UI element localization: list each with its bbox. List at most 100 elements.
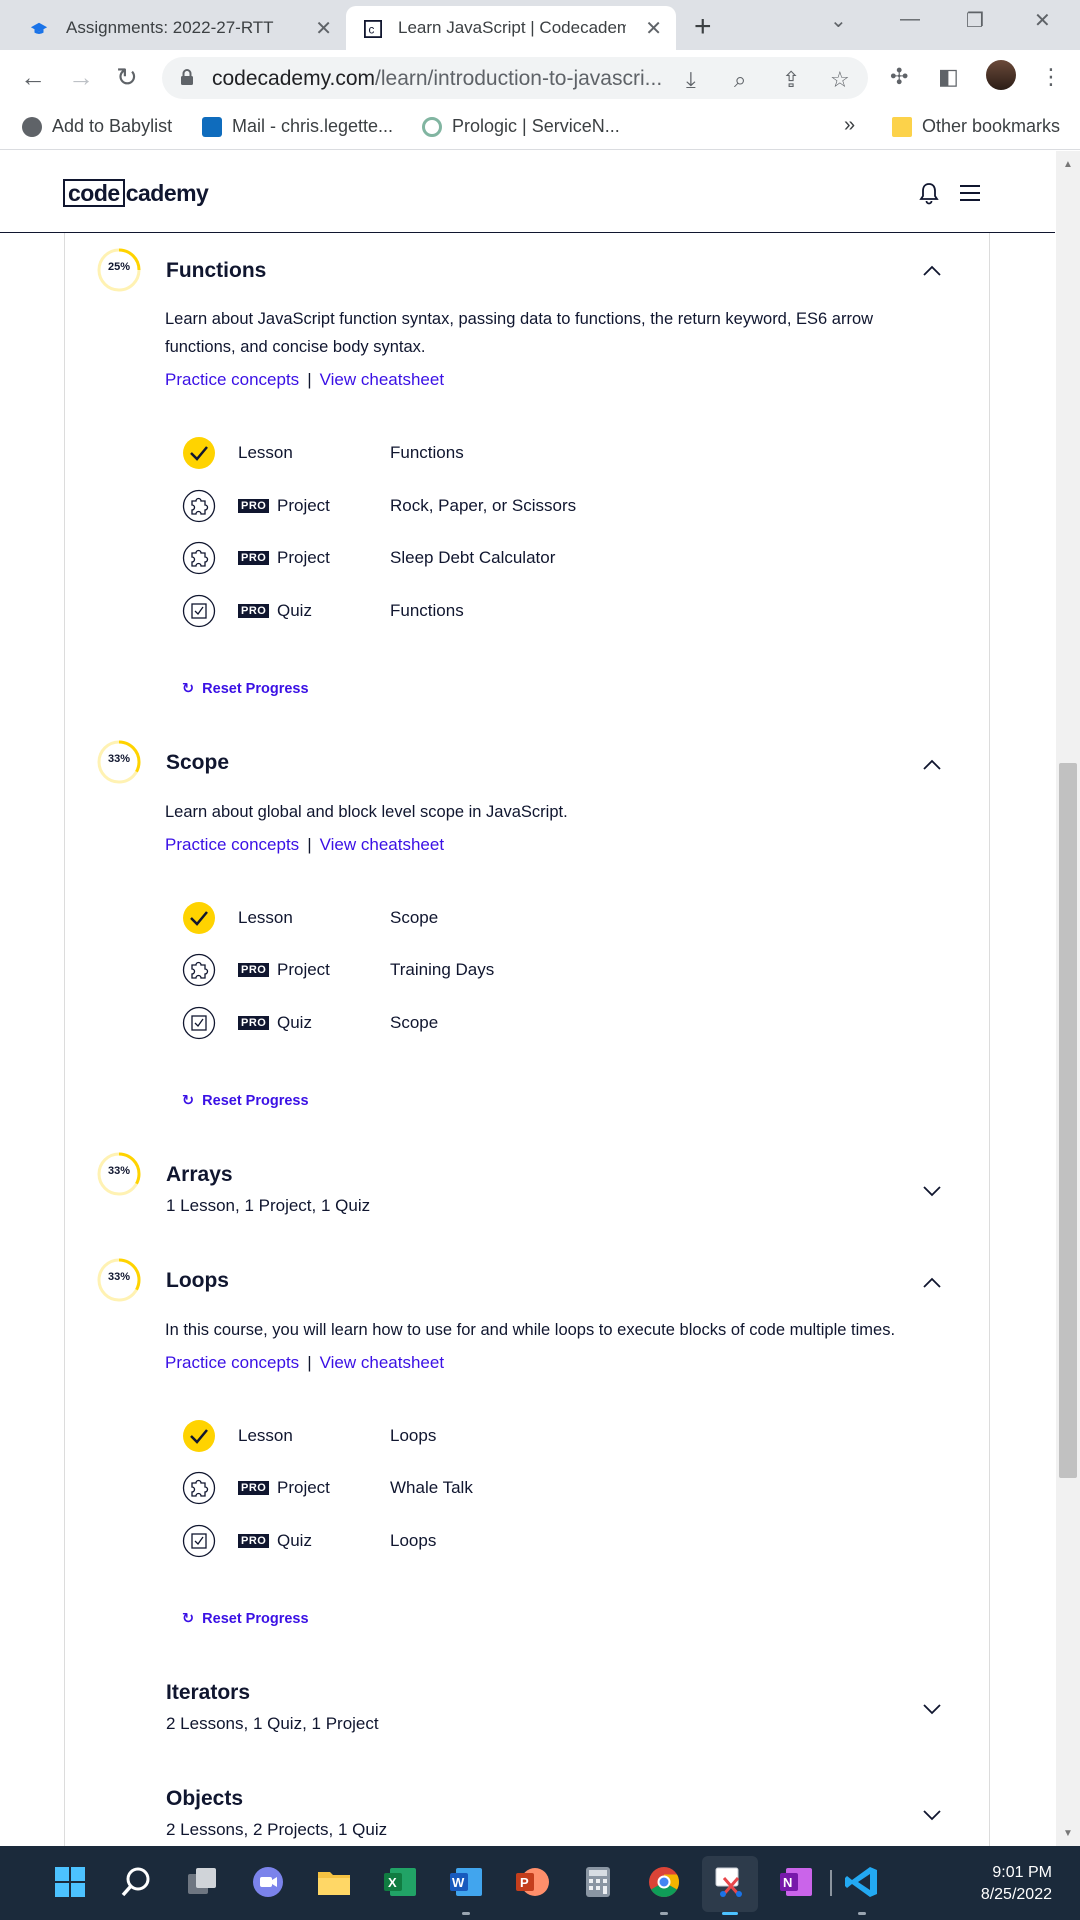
bookmark-babylist[interactable]: Add to Babylist <box>22 116 172 137</box>
windows-start-icon[interactable] <box>52 1864 88 1900</box>
reset-progress-button[interactable]: ↻ Reset Progress <box>182 1611 309 1627</box>
chevron-down-icon[interactable] <box>922 1703 942 1715</box>
reset-progress-button[interactable]: ↻ Reset Progress <box>182 1093 309 1109</box>
vscode-icon[interactable] <box>844 1864 880 1900</box>
reset-progress-button[interactable]: ↻ Reset Progress <box>182 681 309 697</box>
list-item[interactable]: PRO Quiz Loops <box>182 1524 782 1558</box>
more-menu-icon[interactable]: ⋮ <box>1040 64 1062 90</box>
view-cheatsheet-link[interactable]: View cheatsheet <box>320 370 444 389</box>
pro-badge: PRO <box>238 1534 270 1548</box>
reset-icon: ↻ <box>182 1093 195 1109</box>
list-item[interactable]: Lesson Scope <box>182 901 782 935</box>
chrome-icon[interactable] <box>646 1864 682 1900</box>
chevron-up-icon[interactable] <box>922 759 942 771</box>
hamburger-menu-icon[interactable] <box>960 185 980 206</box>
practice-concepts-link[interactable]: Practice concepts <box>165 370 299 389</box>
extensions-icon[interactable]: ✣ <box>890 64 908 90</box>
search-icon[interactable] <box>118 1864 154 1900</box>
view-cheatsheet-link[interactable]: View cheatsheet <box>320 1353 444 1372</box>
module-title[interactable]: Iterators <box>166 1681 250 1705</box>
task-view-icon[interactable] <box>184 1864 220 1900</box>
practice-concepts-link[interactable]: Practice concepts <box>165 1353 299 1372</box>
scroll-up-icon[interactable]: ▲ <box>1063 159 1073 170</box>
module-title[interactable]: Arrays <box>166 1163 233 1187</box>
list-item[interactable]: PRO Project Training Days <box>182 953 782 987</box>
snipping-tool-icon[interactable] <box>712 1864 748 1900</box>
star-icon[interactable]: ☆ <box>830 67 850 93</box>
quiz-icon <box>182 1524 216 1558</box>
page-scrollbar[interactable]: ▲ ▼ <box>1056 151 1080 1846</box>
codecademy-logo[interactable]: code cademy <box>63 179 209 207</box>
minimize-icon[interactable]: — <box>900 8 920 31</box>
module-title[interactable]: Scope <box>166 751 229 775</box>
share-icon[interactable]: ⇪ <box>782 67 800 93</box>
system-clock[interactable]: 9:01 PM 8/25/2022 <box>981 1862 1052 1906</box>
tab-search-chevron-icon[interactable]: ⌄ <box>830 8 847 33</box>
web-page: code cademy 25% Functions Learn about Jav… <box>0 151 1055 1846</box>
forward-icon[interactable]: → <box>68 62 94 93</box>
tab-strip: Assignments: 2022-27-RTT ✕ c Learn JavaS… <box>0 0 1080 50</box>
pro-badge: PRO <box>238 551 270 565</box>
scroll-down-icon[interactable]: ▼ <box>1063 1828 1073 1839</box>
chevron-up-icon[interactable] <box>922 265 942 277</box>
pro-badge: PRO <box>238 499 270 513</box>
list-item[interactable]: Lesson Functions <box>182 436 782 470</box>
teams-chat-icon[interactable] <box>250 1864 286 1900</box>
running-indicator <box>660 1912 668 1915</box>
list-item[interactable]: PRO Quiz Scope <box>182 1006 782 1040</box>
profile-avatar[interactable] <box>986 60 1016 90</box>
list-item[interactable]: PRO Project Whale Talk <box>182 1471 782 1505</box>
close-tab-icon[interactable]: ✕ <box>315 16 332 41</box>
word-icon[interactable]: W <box>448 1864 484 1900</box>
bookmark-mail[interactable]: Mail - chris.legette... <box>202 116 393 137</box>
module-summary: 2 Lessons, 2 Projects, 1 Quiz <box>166 1820 388 1839</box>
bookmark-label: Prologic | ServiceN... <box>452 116 620 136</box>
install-app-icon[interactable]: ⤓ <box>686 67 696 93</box>
chevron-up-icon[interactable] <box>922 1277 942 1289</box>
file-explorer-icon[interactable] <box>316 1864 352 1900</box>
close-tab-icon[interactable]: ✕ <box>645 16 662 41</box>
pro-badge: PRO <box>238 1481 270 1495</box>
list-item[interactable]: Lesson Loops <box>182 1419 782 1453</box>
practice-concepts-link[interactable]: Practice concepts <box>165 835 299 854</box>
module-title[interactable]: Functions <box>166 259 266 283</box>
excel-icon[interactable]: X <box>382 1864 418 1900</box>
side-panel-icon[interactable]: ◧ <box>938 64 959 90</box>
more-bookmarks-icon[interactable]: » <box>844 114 855 137</box>
close-window-icon[interactable]: ✕ <box>1034 8 1051 33</box>
chevron-down-icon[interactable] <box>922 1185 942 1197</box>
chevron-down-icon[interactable] <box>922 1809 942 1821</box>
onenote-icon[interactable]: N <box>778 1864 814 1900</box>
item-kind: Quiz <box>277 601 312 620</box>
calculator-icon[interactable] <box>580 1864 616 1900</box>
module-title[interactable]: Loops <box>166 1269 229 1293</box>
restore-icon[interactable]: ❐ <box>966 8 984 33</box>
bookmark-label: Add to Babylist <box>52 116 173 136</box>
item-kind: Quiz <box>277 1013 312 1032</box>
address-bar[interactable]: codecademy.com/learn/introduction-to-jav… <box>162 57 868 99</box>
module-title[interactable]: Objects <box>166 1787 243 1811</box>
module-description: Learn about global and block level scope… <box>165 803 568 821</box>
list-item[interactable]: PRO Project Rock, Paper, or Scissors <box>182 489 782 523</box>
url-text: codecademy.com/learn/introduction-to-jav… <box>212 67 662 91</box>
other-bookmarks[interactable]: Other bookmarks <box>892 116 1060 137</box>
tab-assignments[interactable]: Assignments: 2022-27-RTT ✕ <box>0 6 346 50</box>
windows-taskbar: X W P N 9:01 PM 8/25/2022 <box>0 1846 1080 1920</box>
item-kind: Quiz <box>277 1531 312 1550</box>
view-cheatsheet-link[interactable]: View cheatsheet <box>320 835 444 854</box>
reload-icon[interactable]: ↻ <box>116 62 138 93</box>
svg-text:N: N <box>783 1875 792 1890</box>
bookmark-prologic[interactable]: Prologic | ServiceN... <box>422 116 620 137</box>
list-item[interactable]: PRO Quiz Functions <box>182 594 782 628</box>
powerpoint-icon[interactable]: P <box>514 1864 550 1900</box>
new-tab-icon[interactable]: + <box>694 10 712 44</box>
zoom-icon[interactable]: ⌕ <box>734 67 746 93</box>
tab-codecademy[interactable]: c Learn JavaScript | Codecadem ✕ <box>346 6 676 50</box>
item-name: Rock, Paper, or Scissors <box>390 496 577 515</box>
scrollbar-thumb[interactable] <box>1059 763 1077 1478</box>
back-icon[interactable]: ← <box>20 62 46 93</box>
notifications-bell-icon[interactable] <box>918 181 940 205</box>
item-kind: Lesson <box>238 908 293 927</box>
checkmark-icon <box>183 902 215 934</box>
list-item[interactable]: PRO Project Sleep Debt Calculator <box>182 541 782 575</box>
